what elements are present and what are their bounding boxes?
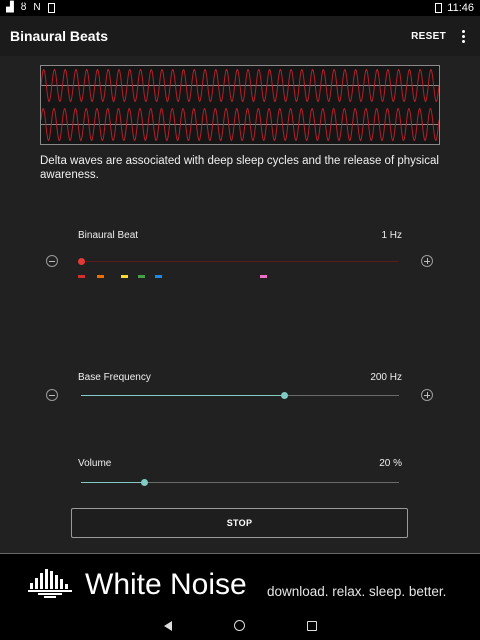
home-icon[interactable] [233, 620, 245, 631]
volume-slider[interactable] [81, 479, 399, 486]
base-frequency-slider[interactable] [81, 392, 399, 399]
status-icons-right: 11:46 [435, 2, 480, 14]
volume-slider-thumb[interactable] [141, 479, 149, 486]
banner-tagline: download. relax. sleep. better. [267, 584, 447, 599]
base-frequency-value: 200 Hz [370, 372, 402, 383]
reset-button[interactable]: RESET [411, 31, 446, 42]
base-frequency-increase-button[interactable] [421, 389, 433, 401]
white-noise-ad-banner[interactable]: White Noise download. relax. sleep. bett… [0, 553, 480, 611]
binaural-beat-label: Binaural Beat [78, 230, 139, 241]
base-frequency-decrease-button[interactable] [46, 389, 58, 401]
volume-value: 20 % [379, 458, 402, 469]
battery-icon [435, 3, 443, 13]
binaural-beat-decrease-button[interactable] [46, 255, 58, 267]
stop-button[interactable]: STOP [71, 508, 408, 538]
preset-gamma[interactable] [155, 275, 162, 278]
banner-brand: White Noise [85, 568, 247, 601]
back-icon[interactable] [163, 620, 172, 631]
base-frequency-slider-thumb[interactable] [281, 392, 289, 399]
preset-beta[interactable] [138, 275, 145, 278]
status-time: 11:46 [447, 2, 474, 14]
preset-theta[interactable] [97, 275, 104, 278]
wave-description: Delta waves are associated with deep sle… [40, 155, 439, 181]
bicycle-icon: ȣ [20, 2, 27, 13]
status-bar: ▟ ȣ N 11:46 [0, 0, 480, 16]
base-frequency-label: Base Frequency [78, 372, 151, 383]
waveform-display [40, 65, 440, 145]
preset-alpha[interactable] [121, 275, 128, 278]
equalizer-logo-icon [28, 569, 72, 598]
binaural-beat-increase-button[interactable] [421, 255, 433, 267]
app-title: Binaural Beats [10, 28, 109, 44]
notification-icon: N [33, 2, 41, 13]
waveform-graph [41, 68, 439, 142]
system-nav-bar [0, 611, 480, 640]
sim-icon [47, 3, 55, 13]
volume-label: Volume [78, 458, 112, 469]
status-icons-left: ▟ ȣ N [0, 0, 55, 16]
more-vert-icon[interactable] [462, 29, 466, 43]
binaural-beat-slider-thumb[interactable] [77, 258, 85, 265]
preset-custom[interactable] [260, 275, 267, 278]
binaural-beat-value: 1 Hz [381, 230, 402, 241]
preset-delta[interactable] [78, 275, 85, 278]
app-bar-actions: RESET [411, 29, 480, 43]
base-frequency-slider-fill [81, 395, 285, 396]
binaural-beat-slider[interactable] [77, 258, 399, 265]
signal-icon: ▟ [6, 2, 14, 13]
app-bar: Binaural Beats RESET [0, 16, 480, 56]
recents-icon[interactable] [306, 620, 317, 631]
volume-slider-fill [81, 482, 145, 483]
